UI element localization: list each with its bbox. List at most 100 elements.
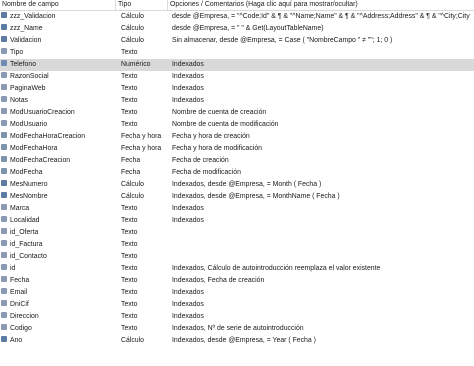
calc-field-icon [1,36,7,43]
table-row[interactable]: Marca Texto Indexados [0,203,474,215]
table-row[interactable]: id Texto Indexados, Cálculo de autointrodu… [0,263,474,275]
table-row[interactable]: ModFechaCreacion Fecha Fecha de creación [0,155,474,167]
table-row[interactable]: id_Oferta Texto [0,227,474,239]
table-row[interactable]: Telefono Numérico Indexados [0,59,474,71]
table-row[interactable]: Validacion Cálculo Sin almacenar, desde @E… [0,35,474,47]
field-name: ModFecha [10,169,43,176]
field-name: Notas [10,97,29,104]
field-type: Cálculo [121,193,144,200]
field-name: Email [10,289,28,296]
column-header-options[interactable]: Opciones / Comentarios (Haga clic aquí p… [170,1,358,8]
field-name: RazonSocial [10,73,49,80]
field-options: Indexados [172,313,204,320]
field-name: ModFechaHora [10,145,58,152]
field-name: MesNombre [10,193,48,200]
text-field-icon [1,324,7,331]
table-row[interactable]: Fecha Texto Indexados, Fecha de creación [0,275,474,287]
field-name-cell: ModFechaCreacion [1,155,116,167]
column-header-name[interactable]: Nombre de campo [2,1,59,8]
table-row[interactable]: MesNombre Cálculo Indexados, desde @Empres… [0,191,474,203]
table-row[interactable]: MesNumero Cálculo Indexados, desde @Empres… [0,179,474,191]
table-row[interactable]: id_Contacto Texto [0,251,474,263]
field-name: MesNumero [10,181,48,188]
field-name: Tipo [10,49,24,56]
column-divider[interactable] [115,0,116,10]
field-name: id [10,265,16,272]
field-options: Fecha y hora de modificación [172,145,263,152]
field-type: Texto [121,121,138,128]
text-field-icon [1,288,7,295]
text-field-icon [1,240,7,247]
table-row[interactable]: ModFecha Fecha Fecha de modificación [0,167,474,179]
field-options: Sin almacenar, desde @Empresa, = Case ( … [172,37,393,44]
table-row[interactable]: ModUsuarioCreacion Texto Nombre de cuenta … [0,107,474,119]
field-options: Indexados [172,85,204,92]
text-field-icon [1,252,7,259]
field-options: Fecha y hora de creación [172,133,250,140]
calc-field-icon [1,12,7,19]
field-name: id_Contacto [10,253,47,260]
table-row[interactable]: Notas Texto Indexados [0,95,474,107]
table-row[interactable]: Email Texto Indexados [0,287,474,299]
field-name: Fecha [10,277,30,284]
field-name-cell: Notas [1,95,116,107]
text-field-icon [1,48,7,55]
text-field-icon [1,84,7,91]
table-row[interactable]: Ano Cálculo Indexados, desde @Empresa, = Y… [0,335,474,347]
field-type: Fecha [121,157,141,164]
field-type: Texto [121,265,138,272]
field-name-cell: zzz_Validacion [1,11,116,23]
table-row[interactable]: RazonSocial Texto Indexados [0,71,474,83]
table-row[interactable]: ModFechaHora Fecha y hora Fecha y hora de … [0,143,474,155]
text-field-icon [1,204,7,211]
table-row[interactable]: DniCif Texto Indexados [0,299,474,311]
table-row[interactable]: id_Factura Texto [0,239,474,251]
field-name-cell: DniCif [1,299,116,311]
field-name-cell: MesNombre [1,191,116,203]
column-header-type[interactable]: Tipo [118,1,131,8]
field-options: Nombre de cuenta de modificación [172,121,279,128]
field-type: Texto [121,73,138,80]
field-name-cell: id [1,263,116,275]
field-name-cell: id_Contacto [1,251,116,263]
field-name-cell: Fecha [1,275,116,287]
text-field-icon [1,276,7,283]
field-name: PaginaWeb [10,85,46,92]
field-name-cell: ModFecha [1,167,116,179]
table-row[interactable]: Tipo Texto [0,47,474,59]
field-name-cell: Validacion [1,35,116,47]
text-field-icon [1,216,7,223]
table-row[interactable]: Localidad Texto Indexados [0,215,474,227]
field-name-cell: ModFechaHoraCreacion [1,131,116,143]
table-row[interactable]: zzz_Validacion Cálculo desde @Empresa, = "… [0,11,474,23]
field-name-cell: ModUsuarioCreacion [1,107,116,119]
field-type: Cálculo [121,181,144,188]
field-options: Indexados, Cálculo de autointroducción r… [172,265,381,272]
column-divider[interactable] [167,0,168,10]
table-row[interactable]: PaginaWeb Texto Indexados [0,83,474,95]
field-name: id_Oferta [10,229,39,236]
field-type: Cálculo [121,337,144,344]
field-type: Texto [121,277,138,284]
field-type: Cálculo [121,37,144,44]
field-name: zzz_Validacion [10,13,56,20]
table-row[interactable]: ModUsuario Texto Nombre de cuenta de modif… [0,119,474,131]
table-row[interactable]: ModFechaHoraCreacion Fecha y hora Fecha y … [0,131,474,143]
field-type: Texto [121,229,138,236]
table-row[interactable]: Codigo Texto Indexados, Nº de serie de aut… [0,323,474,335]
field-options: Indexados [172,205,204,212]
field-name: Localidad [10,217,40,224]
field-name: ModUsuarioCreacion [10,109,75,116]
field-name: ModFechaCreacion [10,157,71,164]
field-name: zzz_Name [10,25,43,32]
table-row[interactable]: zzz_Name Cálculo desde @Empresa, = " " & G… [0,23,474,35]
field-name-cell: Ano [1,335,116,347]
field-options: Indexados, desde @Empresa, = MonthName (… [172,193,340,200]
calc-field-icon [1,336,7,343]
field-type: Texto [121,49,138,56]
field-type: Texto [121,205,138,212]
field-name: DniCif [10,301,29,308]
table-row[interactable]: Direccion Texto Indexados [0,311,474,323]
field-options: desde @Empresa, = " " & Get(LayoutTableN… [172,25,324,32]
field-type: Texto [121,217,138,224]
